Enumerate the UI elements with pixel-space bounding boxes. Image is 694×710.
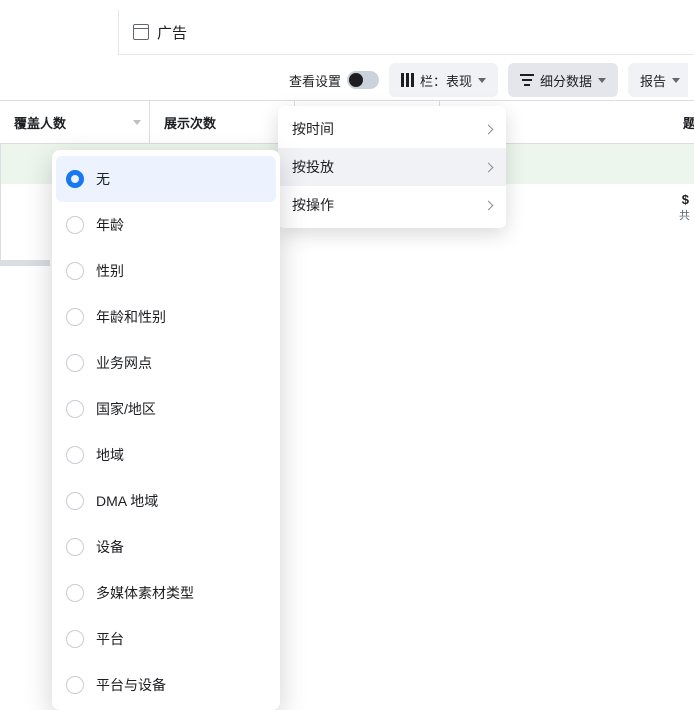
view-settings-label: 查看设置 [289,71,341,90]
column-reach[interactable]: 覆盖人数 [0,101,150,143]
menu-item-by-time[interactable]: 按时间 [278,110,506,148]
columns-label: 栏：表现 [420,71,472,90]
chevron-right-icon [484,124,494,134]
breakdown-option-label: 国家/地区 [96,399,156,419]
breakdown-option[interactable]: 年龄和性别 [52,294,280,340]
breakdown-label: 细分数据 [540,71,592,90]
radio-icon [66,308,84,326]
radio-icon [66,676,84,694]
chevron-right-icon [484,162,494,172]
chevron-right-icon [484,200,494,210]
sort-caret-icon [133,120,141,125]
tab-bar: 广告 [118,10,694,55]
ad-icon [133,24,149,40]
tab-label: 广告 [157,22,187,43]
toolbar: 查看设置 栏：表现 细分数据 报告 [0,60,694,100]
toggle-switch[interactable] [347,71,379,89]
breakdown-option-label: 多媒体素材类型 [96,583,194,603]
breakdown-option-label: 地域 [96,445,124,465]
breakdown-option[interactable]: DMA 地域 [52,478,280,524]
breakdown-option-label: 平台与设备 [96,675,166,695]
summary-sub: 共 [679,207,690,223]
breakdown-option-label: 年龄 [96,215,124,235]
radio-icon [66,400,84,418]
breakdown-option[interactable]: 平台与设备 [52,662,280,708]
radio-icon [66,446,84,464]
caret-down-icon [478,78,486,83]
caret-down-icon [598,78,606,83]
columns-button[interactable]: 栏：表现 [389,63,498,97]
columns-icon [401,73,414,87]
breakdown-option[interactable]: 国家/地区 [52,386,280,432]
column-label: 覆盖人数 [14,113,66,132]
summary-cell: $ 共 [679,192,690,223]
breakdown-option[interactable]: 设备 [52,524,280,570]
radio-icon [66,262,84,280]
breakdown-icon [520,73,534,87]
breakdown-option[interactable]: 无 [56,156,276,202]
breakdown-button[interactable]: 细分数据 [508,63,618,97]
breakdown-option-label: 平台 [96,629,124,649]
radio-icon [66,538,84,556]
menu-item-label: 按操作 [292,195,334,215]
divider [0,144,1,264]
column-label: 展示次数 [164,113,216,132]
report-button[interactable]: 报告 [628,63,688,97]
breakdown-option-label: 设备 [96,537,124,557]
breakdown-option-label: 无 [96,169,110,189]
breakdown-option[interactable]: 性别 [52,248,280,294]
breakdown-option-label: 年龄和性别 [96,307,166,327]
column-impressions[interactable]: 展示次数 [150,101,295,143]
summary-value: $ [679,192,690,207]
menu-item-by-action[interactable]: 按操作 [278,186,506,224]
radio-icon [66,354,84,372]
menu-item-by-delivery[interactable]: 按投放 [278,148,506,186]
menu-item-label: 按投放 [292,157,334,177]
view-settings[interactable]: 查看设置 [289,71,379,90]
radio-icon [66,170,84,188]
breakdown-option-label: 业务网点 [96,353,152,373]
breakdown-options-panel: 无年龄性别年龄和性别业务网点国家/地区地域 DMA 地域设备多媒体素材类型平台平台… [52,150,280,710]
report-label: 报告 [640,71,666,90]
breakdown-option[interactable]: 多媒体素材类型 [52,570,280,616]
column-label-partial: 题 [683,113,694,132]
radio-icon [66,584,84,602]
tab-ads[interactable]: 广告 [119,10,201,54]
breakdown-option-label: 性别 [96,261,124,281]
breakdown-option[interactable]: 年龄 [52,202,280,248]
caret-down-icon [672,78,680,83]
divider [0,260,50,266]
radio-icon [66,492,84,510]
breakdown-option-label: DMA 地域 [96,491,158,511]
breakdown-menu: 按时间 按投放 按操作 [278,106,506,228]
breakdown-option[interactable]: 地域 [52,432,280,478]
menu-item-label: 按时间 [292,119,334,139]
radio-icon [66,630,84,648]
radio-icon [66,216,84,234]
breakdown-option[interactable]: 业务网点 [52,340,280,386]
breakdown-option[interactable]: 平台 [52,616,280,662]
